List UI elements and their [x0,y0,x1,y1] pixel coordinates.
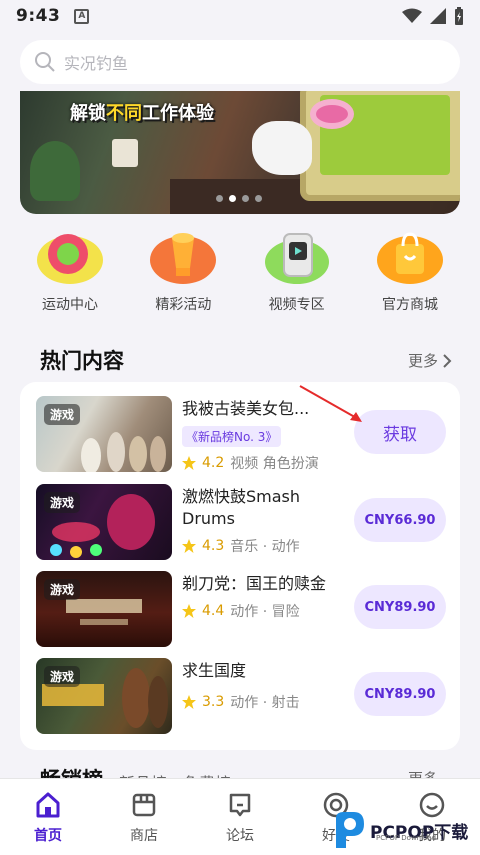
star-icon [182,695,196,709]
battery-icon [455,7,463,25]
wifi-icon [402,8,422,23]
game-tag: 游戏 [44,579,81,600]
promo-banner[interactable]: 解锁不同工作体验 [20,91,460,214]
search-icon [35,52,55,72]
star-icon [182,604,196,618]
rating-score: 4.2 [202,455,225,471]
ring-game-icon [37,234,103,284]
banner-dot-active[interactable] [229,195,236,202]
quick-link-sports-center[interactable]: 运动中心 [20,228,120,318]
banner-mug-graphic [112,139,138,167]
game-genre: 音乐 · 动作 [230,539,300,555]
ranking-badge: 《新品榜No. 3》 [182,426,282,447]
game-thumbnail[interactable]: 游戏 [36,396,172,472]
price-button[interactable]: CNY89.90 [354,672,446,716]
tab-forum[interactable]: 论坛 [192,779,288,855]
search-placeholder: 实况钓鱼 [64,54,129,73]
site-watermark: PCPOP下载 PCPOP Download [332,810,468,850]
quick-links: 运动中心 精彩活动 视频专区 官方商城 [20,228,460,318]
hot-content-more-link[interactable]: 更多 [408,350,452,371]
status-bar: 9:43 A [0,0,480,32]
banner-donut-graphic [310,99,354,129]
game-genre: 视频 角色扮演 [230,456,319,472]
status-time: 9:43 [16,6,61,26]
banner-pagination[interactable] [216,195,262,202]
tab-store[interactable]: 商店 [96,779,192,855]
store-icon [132,793,156,817]
notification-a-icon: A [74,8,90,24]
chevron-right-icon [443,353,452,368]
game-tag: 游戏 [44,492,81,513]
game-genre: 动作 · 射击 [230,695,300,711]
hot-content-title: 热门内容 [40,349,124,373]
star-icon [182,539,196,553]
cellular-icon [430,8,446,24]
quick-link-video[interactable]: 视频专区 [247,228,347,318]
game-thumbnail[interactable]: 游戏 [36,571,172,647]
game-thumbnail[interactable]: 游戏 [36,658,172,734]
list-item[interactable]: 游戏 求生国度 3.3 动作 · 射击 CNY89.90 [36,658,446,734]
search-bar[interactable]: 实况钓鱼 [20,40,460,84]
rating-score: 4.3 [202,538,225,554]
tab-home[interactable]: 首页 [0,779,96,855]
home-icon [36,792,60,818]
banner-headline: 解锁不同工作体验 [70,103,214,124]
banner-dot[interactable] [242,195,249,202]
game-title: 求生国度 [182,661,247,680]
video-card-icon [264,233,329,284]
star-icon [182,456,196,470]
banner-dot[interactable] [216,195,223,202]
rating-score: 3.3 [202,694,225,710]
hot-content-list: 游戏 我被古装美女包... 《新品榜No. 3》 4.2 视频 角色扮演 获取 … [20,382,460,750]
quick-link-official-store[interactable]: 官方商城 [360,228,460,318]
pcpop-logo-icon [336,812,364,848]
game-title: 剃刀党：国王的赎金 [182,574,327,593]
game-title: 激燃快鼓Smash Drums [182,487,301,528]
game-tag: 游戏 [44,404,81,425]
banner-dot[interactable] [255,195,262,202]
game-genre: 动作 · 冒险 [230,604,300,620]
game-tag: 游戏 [44,666,81,687]
forum-icon [229,793,251,817]
list-item[interactable]: 游戏 激燃快鼓Smash Drums 4.3 音乐 · 动作 CNY66.90 [36,484,446,560]
shopping-bag-icon [376,232,443,284]
list-item[interactable]: 游戏 我被古装美女包... 《新品榜No. 3》 4.2 视频 角色扮演 获取 [36,396,446,472]
annotation-arrow [299,385,362,422]
rating-score: 4.4 [202,603,225,619]
quick-link-events[interactable]: 精彩活动 [133,228,233,318]
price-button[interactable]: CNY66.90 [354,498,446,542]
list-item[interactable]: 游戏 剃刀党：国王的赎金 4.4 动作 · 冒险 CNY89.90 [36,571,446,647]
game-thumbnail[interactable]: 游戏 [36,484,172,560]
banner-glove-hand-graphic [252,121,312,175]
trophy-cup-icon [150,233,217,284]
price-button[interactable]: CNY89.90 [354,585,446,629]
banner-plant-graphic [30,141,80,201]
